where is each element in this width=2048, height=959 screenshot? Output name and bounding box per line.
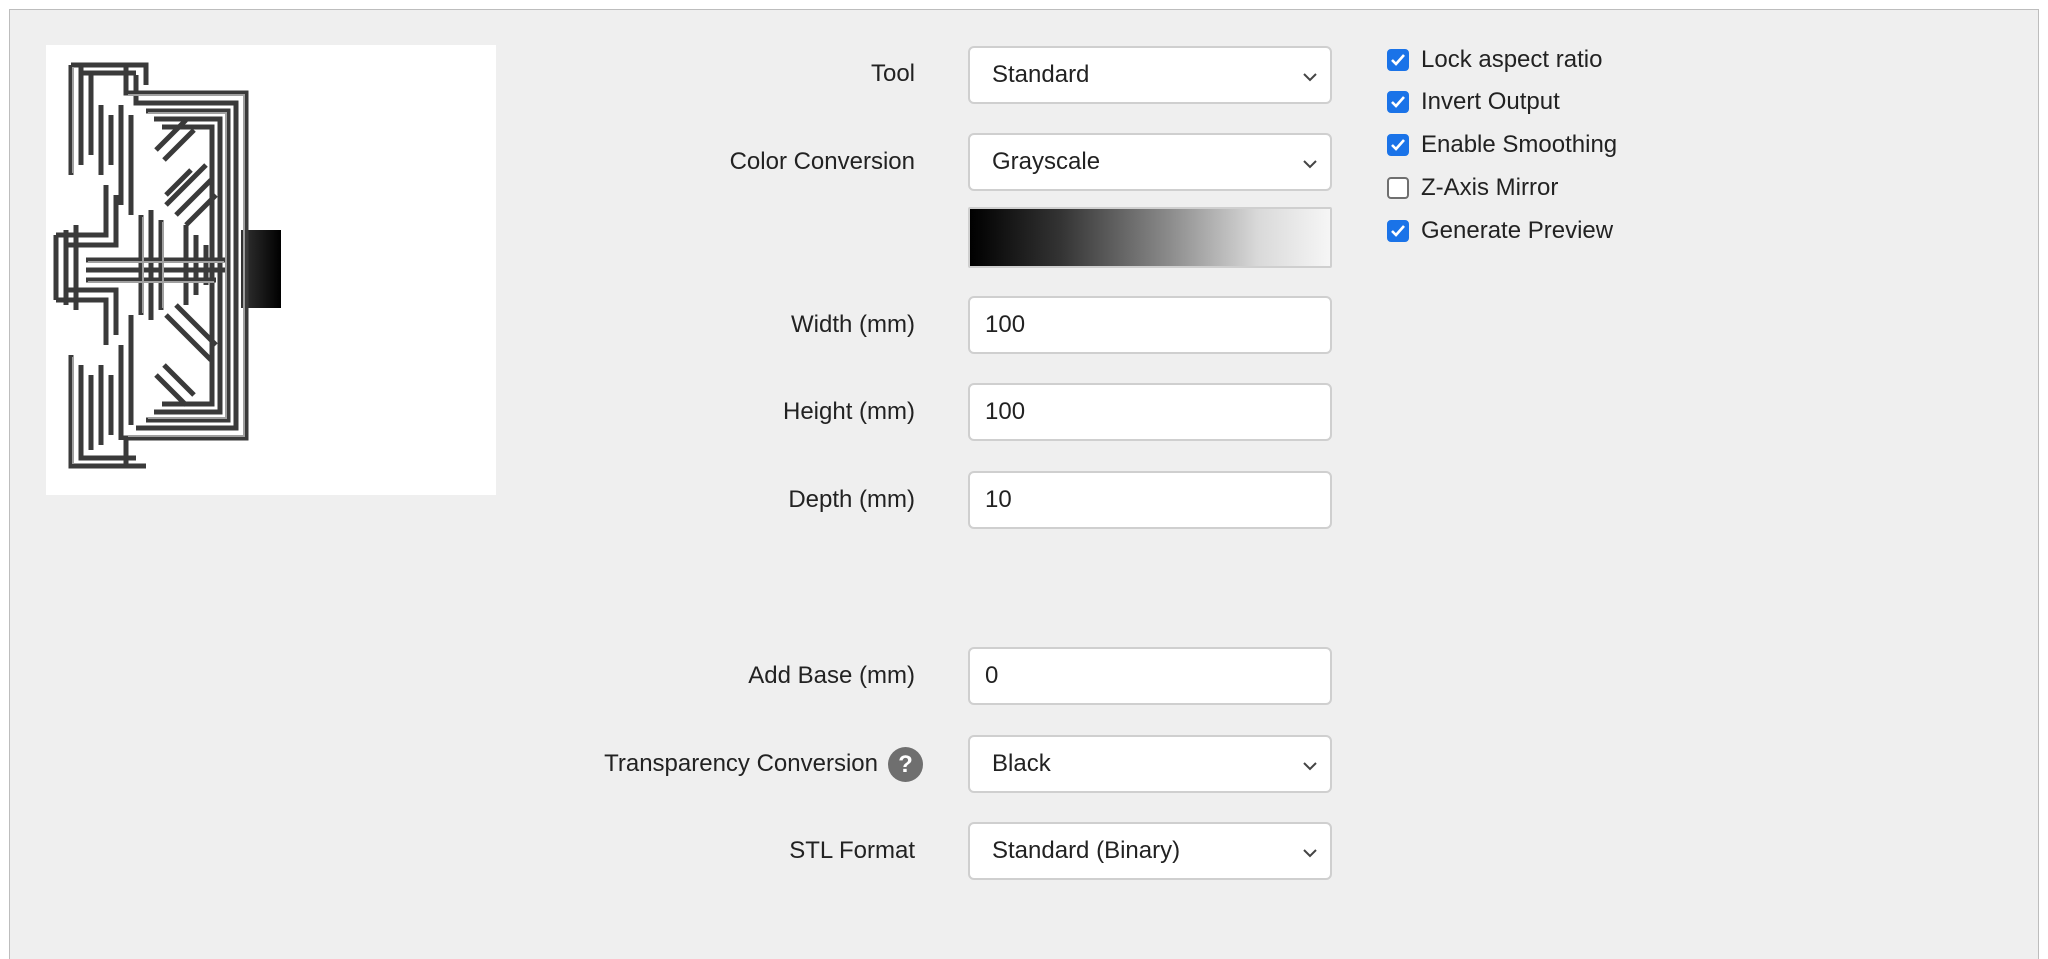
option-invert-output[interactable]: Invert Output: [1387, 86, 1560, 118]
option-enable-smoothing[interactable]: Enable Smoothing: [1387, 129, 1617, 161]
generate-preview-checkbox[interactable]: [1387, 220, 1409, 242]
height-label: Height (mm): [782, 398, 915, 425]
transparency-conversion-label: Transparency Conversion: [604, 750, 878, 777]
width-input[interactable]: 100: [968, 296, 1332, 354]
grayscale-gradient-preview: [968, 207, 1332, 268]
z-axis-mirror-checkbox[interactable]: [1387, 177, 1409, 199]
stl-format-select-value: Standard (Binary): [992, 837, 1181, 864]
option-generate-preview[interactable]: Generate Preview: [1387, 215, 1613, 247]
image-preview: [46, 45, 496, 495]
tool-label: Tool: [870, 60, 915, 87]
width-input-value: 100: [985, 311, 1026, 338]
height-input[interactable]: 100: [968, 383, 1332, 441]
add-base-input-value: 0: [985, 662, 999, 689]
help-icon[interactable]: ?: [888, 747, 923, 782]
chevron-down-icon: [1303, 762, 1317, 771]
transparency-conversion-select[interactable]: Black: [968, 735, 1332, 793]
maze-preview-image: [53, 62, 281, 469]
width-label: Width (mm): [791, 311, 915, 338]
height-input-value: 100: [985, 398, 1026, 425]
option-lock-aspect-ratio[interactable]: Lock aspect ratio: [1387, 44, 1602, 76]
lock-aspect-ratio-checkbox[interactable]: [1387, 49, 1409, 71]
add-base-input[interactable]: 0: [968, 647, 1332, 705]
transparency-conversion-select-value: Black: [992, 750, 1051, 777]
tool-select[interactable]: Standard: [968, 46, 1332, 104]
add-base-label: Add Base (mm): [748, 662, 915, 689]
chevron-down-icon: [1303, 849, 1317, 858]
color-conversion-label: Color Conversion: [729, 148, 915, 175]
check-icon: [1391, 225, 1405, 237]
z-axis-mirror-label: Z-Axis Mirror: [1421, 174, 1559, 201]
invert-output-checkbox[interactable]: [1387, 91, 1409, 113]
depth-label: Depth (mm): [788, 486, 915, 513]
depth-input-value: 10: [985, 486, 1012, 513]
check-icon: [1391, 139, 1405, 151]
generate-preview-label: Generate Preview: [1421, 217, 1614, 244]
chevron-down-icon: [1303, 160, 1317, 169]
stl-format-label: STL Format: [789, 837, 915, 864]
chevron-down-icon: [1303, 73, 1317, 82]
color-conversion-select[interactable]: Grayscale: [968, 133, 1332, 191]
tool-select-value: Standard: [992, 61, 1090, 88]
color-conversion-select-value: Grayscale: [992, 148, 1101, 175]
lock-aspect-ratio-label: Lock aspect ratio: [1421, 46, 1603, 73]
check-icon: [1391, 54, 1405, 66]
stl-format-select[interactable]: Standard (Binary): [968, 822, 1332, 880]
option-z-axis-mirror[interactable]: Z-Axis Mirror: [1387, 172, 1558, 204]
enable-smoothing-label: Enable Smoothing: [1421, 131, 1618, 158]
depth-input[interactable]: 10: [968, 471, 1332, 529]
invert-output-label: Invert Output: [1421, 88, 1560, 115]
check-icon: [1391, 96, 1405, 108]
enable-smoothing-checkbox[interactable]: [1387, 134, 1409, 156]
